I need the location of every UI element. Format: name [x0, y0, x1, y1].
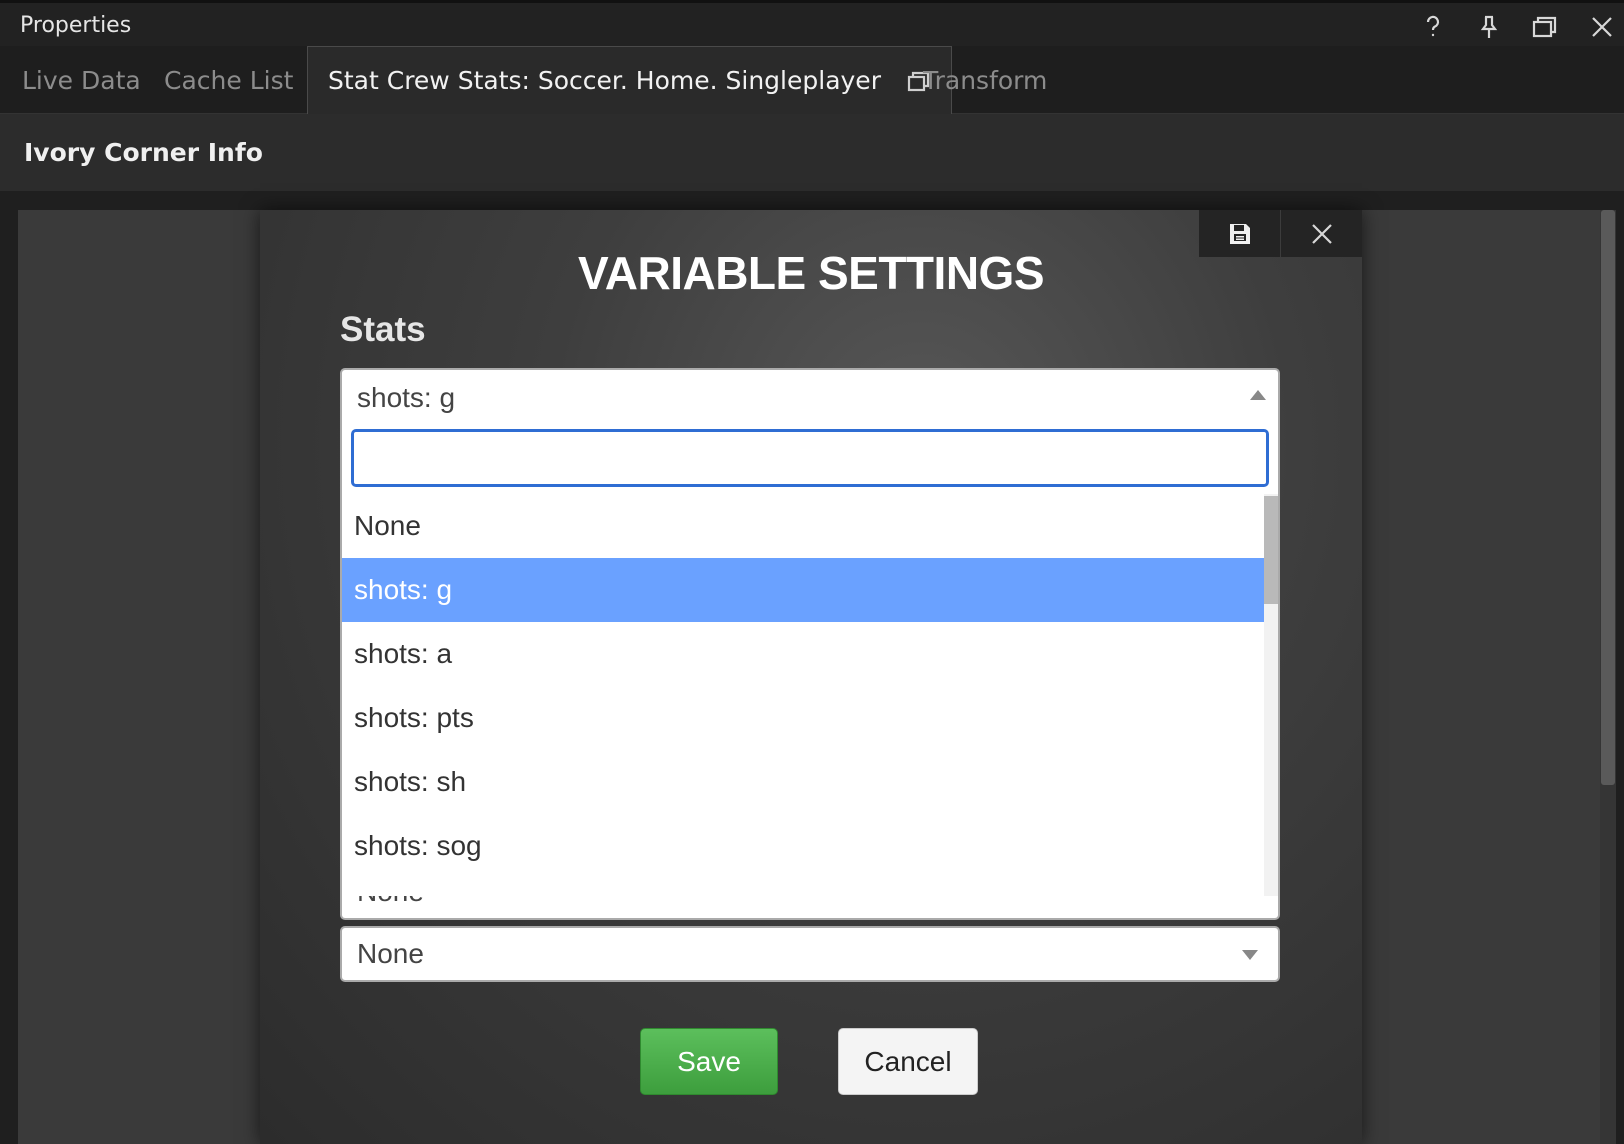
option-shots-sh[interactable]: shots: sh: [342, 750, 1264, 814]
option-shots-pts[interactable]: shots: pts: [342, 686, 1264, 750]
stats-options-list: None shots: g shots: a shots: pts shots:…: [342, 494, 1264, 898]
help-icon: [1426, 15, 1440, 37]
pin-button[interactable]: [1472, 11, 1506, 43]
restore-button[interactable]: [1528, 11, 1562, 43]
tab-cache-list[interactable]: Cache List: [164, 46, 293, 114]
help-button[interactable]: [1416, 11, 1450, 43]
section-header: Ivory Corner Info: [0, 114, 1624, 191]
restore-icon: [1532, 16, 1557, 38]
stats-label: Stats: [340, 310, 426, 349]
second-select-value: None: [357, 896, 424, 908]
close-icon: [1311, 223, 1332, 244]
third-select[interactable]: None: [340, 926, 1280, 982]
chevron-down-icon: [1242, 950, 1258, 960]
pin-icon: [1480, 15, 1498, 38]
cancel-button[interactable]: Cancel: [838, 1028, 978, 1095]
tab-live-data[interactable]: Live Data: [22, 46, 141, 114]
option-shots-a[interactable]: shots: a: [342, 622, 1264, 686]
modal-heading: VARIABLE SETTINGS: [577, 247, 1045, 299]
tab-transform[interactable]: Transform: [923, 46, 1047, 114]
chevron-up-icon[interactable]: [1250, 390, 1266, 400]
option-none[interactable]: None: [342, 494, 1264, 558]
save-icon: [1229, 223, 1250, 244]
window-close-button[interactable]: [1585, 11, 1619, 43]
window-title: Properties: [20, 13, 132, 38]
third-select-value: None: [357, 938, 424, 969]
section-title: Ivory Corner Info: [24, 138, 263, 167]
stats-search-input[interactable]: [351, 429, 1269, 487]
save-button[interactable]: Save: [640, 1028, 778, 1095]
tab-label: Stat Crew Stats: Soccer. Home. Singlepla…: [328, 66, 881, 95]
window-titlebar: Properties: [0, 0, 1624, 46]
options-scrollbar-thumb[interactable]: [1264, 496, 1278, 604]
stats-select-value[interactable]: shots: g: [357, 382, 455, 414]
second-select[interactable]: None: [340, 896, 1280, 920]
tab-strip: Live Data Cache List Stat Crew Stats: So…: [0, 46, 1624, 114]
content-scrollbar-thumb[interactable]: [1601, 210, 1615, 785]
close-icon: [1592, 17, 1612, 37]
option-shots-sog[interactable]: shots: sog: [342, 814, 1264, 878]
tab-stat-crew-stats[interactable]: Stat Crew Stats: Soccer. Home. Singlepla…: [307, 46, 952, 114]
option-shots-g[interactable]: shots: g: [342, 558, 1264, 622]
